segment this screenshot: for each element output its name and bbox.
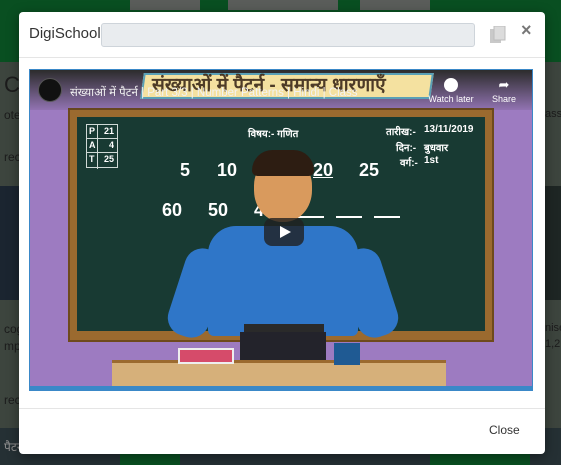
board-number: 60 xyxy=(162,200,183,220)
clock-icon xyxy=(444,78,458,92)
board-blank xyxy=(374,216,400,218)
share-label: Share xyxy=(491,94,517,104)
board-class-label: वर्ग:- xyxy=(400,158,418,169)
board-blank xyxy=(298,216,324,218)
board-number: 50 xyxy=(208,200,229,220)
watch-later-button[interactable]: Watch later xyxy=(426,78,476,104)
teacher-belt xyxy=(244,324,324,332)
close-icon[interactable]: × xyxy=(521,20,532,41)
pat-row: T 25 xyxy=(89,154,114,164)
board-date-label: तारीख:- xyxy=(386,127,416,138)
play-button[interactable] xyxy=(264,218,304,246)
share-button[interactable]: ➦ Share xyxy=(486,77,522,105)
video-progress-bar[interactable] xyxy=(30,386,532,390)
pat-row: A4 xyxy=(87,139,117,153)
close-button[interactable]: Close xyxy=(489,423,520,437)
pat-row: P 21 xyxy=(87,125,117,139)
modal-footer: Close xyxy=(19,408,545,454)
books xyxy=(178,348,234,364)
video-player[interactable]: P 21 A4 T 25 विषय:- गणित तारीख:- 13/11/201… xyxy=(29,69,533,391)
board-subject: विषय:- गणित xyxy=(248,129,299,140)
pencil-box xyxy=(334,343,360,365)
board-number: 10 xyxy=(217,160,238,180)
board-number: 25 xyxy=(359,160,380,180)
pat-box: P 21 A4 T 25 xyxy=(86,124,118,169)
board-day-label: दिन:- xyxy=(396,143,417,154)
watch-later-label: Watch later xyxy=(428,94,474,104)
video-title[interactable]: संख्याओं में पैटर्न | Part 3/3 | Number … xyxy=(70,85,358,100)
board-blank xyxy=(336,216,362,218)
board-number: 5 xyxy=(180,160,191,180)
copy-icon[interactable] xyxy=(490,26,506,44)
board-class-value: 1st xyxy=(424,155,439,166)
board-number: 20 xyxy=(313,160,334,180)
board-date-value: 13/11/2019 xyxy=(424,124,474,135)
video-modal: DigiSchool × P 21 A4 T 25 विषय:- गणित तारी… xyxy=(19,12,545,454)
board-day-value: बुधवार xyxy=(424,143,449,154)
channel-avatar[interactable] xyxy=(38,78,62,102)
modal-header: DigiSchool × xyxy=(19,12,545,58)
share-icon: ➦ xyxy=(498,77,510,92)
modal-body: P 21 A4 T 25 विषय:- गणित तारीख:- 13/11/201… xyxy=(29,69,535,393)
modal-title: DigiSchool xyxy=(29,25,101,42)
share-link-input[interactable] xyxy=(101,23,475,47)
teacher-trousers xyxy=(240,332,326,362)
play-icon xyxy=(280,226,291,238)
teacher-hair xyxy=(252,150,314,176)
